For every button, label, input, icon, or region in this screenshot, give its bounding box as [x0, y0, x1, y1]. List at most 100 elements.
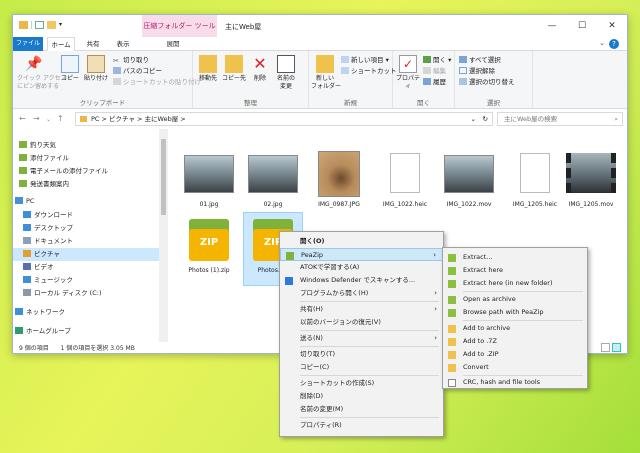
- menu-cut[interactable]: 切り取り(T): [280, 348, 443, 361]
- sidebar-item-10[interactable]: ビデオ: [13, 261, 159, 274]
- forward-arrow-icon[interactable]: →: [33, 114, 40, 123]
- submenu-extract-here[interactable]: Extract here: [443, 264, 587, 277]
- menu-open[interactable]: 開く(O): [280, 235, 443, 248]
- sidebar-item-8[interactable]: ドキュメント: [13, 235, 159, 248]
- copy-path-button[interactable]: パスのコピー: [113, 66, 162, 76]
- submenu-add-7z[interactable]: Add to .7Z: [443, 335, 587, 348]
- open-icon: [423, 56, 431, 63]
- menu-atok[interactable]: ATOKで学習する(A): [280, 261, 443, 274]
- move-to-button[interactable]: 移動先: [195, 55, 221, 83]
- paste-button[interactable]: 貼り付け: [83, 55, 109, 83]
- select-none-button[interactable]: 選択解除: [459, 66, 495, 76]
- menu-restore[interactable]: 以前のバージョンの復元(V): [280, 316, 443, 329]
- open-archive-icon: [448, 296, 456, 304]
- properties-check-icon: ✓: [399, 55, 417, 73]
- submenu-open-archive[interactable]: Open as archive: [443, 293, 587, 306]
- menu-delete[interactable]: 削除(D): [280, 390, 443, 403]
- file-item[interactable]: 01.jpg: [179, 149, 239, 213]
- browse-icon: [448, 309, 456, 317]
- tab-home[interactable]: ホーム: [47, 37, 75, 51]
- sidebar-item-3[interactable]: 電子メールの添付ファイル: [13, 165, 159, 178]
- submenu-crc[interactable]: CRC, hash and file tools: [443, 376, 587, 389]
- search-input[interactable]: 主にWeb屋の検索 ⌕: [497, 112, 623, 126]
- sidebar-item-13[interactable]: ネットワーク: [13, 306, 159, 319]
- sidebar-item-2[interactable]: 添付ファイル: [13, 152, 159, 165]
- tab-view[interactable]: 表示: [111, 37, 135, 51]
- submenu-browse[interactable]: Browse path with PeaZip: [443, 306, 587, 319]
- paste-shortcut-button[interactable]: ショートカットの貼り付け: [113, 77, 201, 87]
- new-item-button[interactable]: 新しい項目 ▾: [341, 55, 389, 65]
- new-folder-icon[interactable]: [47, 21, 56, 29]
- folder-icon[interactable]: [19, 21, 28, 29]
- back-arrow-icon[interactable]: ←: [19, 114, 26, 123]
- menu-send-to[interactable]: 送る(N) ›: [280, 332, 443, 345]
- tab-extract[interactable]: 展開: [153, 37, 193, 51]
- details-view-icon[interactable]: [601, 343, 610, 352]
- address-box[interactable]: PC > ピクチャ > 主にWeb屋 > ⌄ ↻: [75, 112, 493, 126]
- menu-open-with[interactable]: プログラムから開く(H) ›: [280, 287, 443, 300]
- new-folder-button[interactable]: 新しい フォルダー: [311, 55, 341, 91]
- sidebar-item-9[interactable]: ピクチャ: [13, 248, 159, 261]
- file-item[interactable]: IMG_1205.heic: [505, 149, 565, 213]
- open-button[interactable]: 開く ▾: [423, 55, 451, 65]
- submenu-extract[interactable]: Extract...: [443, 251, 587, 264]
- file-item[interactable]: IMG_1022.heic: [375, 149, 435, 213]
- sidebar-item-6[interactable]: ダウンロード: [13, 209, 159, 222]
- select-all-button[interactable]: すべて選択: [459, 55, 501, 65]
- chevron-down-icon[interactable]: ▾: [59, 21, 65, 29]
- maximize-button[interactable]: ☐: [567, 15, 597, 37]
- disk-icon: [23, 289, 31, 296]
- refresh-icon[interactable]: ↻: [483, 113, 488, 125]
- recent-chevron-icon[interactable]: ⌄: [46, 116, 51, 123]
- submenu-convert[interactable]: Convert: [443, 361, 587, 374]
- sidebar-item-14[interactable]: ホームグループ: [13, 325, 159, 338]
- delete-x-icon: ✕: [253, 54, 267, 73]
- submenu-arrow-icon: ›: [434, 289, 437, 297]
- menu-copy[interactable]: コピー(C): [280, 361, 443, 374]
- menu-defender[interactable]: Windows Defender でスキャンする...: [280, 274, 443, 287]
- tab-share[interactable]: 共有: [81, 37, 105, 51]
- menu-rename[interactable]: 名前の変更(M): [280, 403, 443, 416]
- peazip-submenu: Extract... Extract here Extract here (in…: [442, 247, 588, 389]
- file-item[interactable]: IMG_1205.mov: [561, 149, 621, 213]
- copy-to-button[interactable]: コピー先: [221, 55, 247, 83]
- sidebar-item-4[interactable]: 発送書類案内: [13, 178, 159, 191]
- address-dropdown-icon[interactable]: ⌄: [471, 113, 476, 125]
- history-button[interactable]: 履歴: [423, 77, 446, 87]
- tab-file[interactable]: ファイル: [13, 37, 43, 51]
- submenu-add-zip[interactable]: Add to .ZIP: [443, 348, 587, 361]
- file-item[interactable]: IMG_0987.JPG: [309, 149, 369, 213]
- invert-selection-button[interactable]: 選択の切り替え: [459, 77, 515, 87]
- up-arrow-icon[interactable]: ↑: [57, 114, 64, 123]
- delete-button[interactable]: ✕ 削除: [247, 55, 273, 83]
- copy-button[interactable]: コピー: [57, 55, 83, 83]
- menu-share[interactable]: 共有(H) ›: [280, 303, 443, 316]
- nav-scroll-thumb[interactable]: [161, 139, 166, 215]
- minimize-button[interactable]: —: [537, 15, 567, 37]
- cut-button[interactable]: ✂ 切り取り: [113, 55, 149, 65]
- submenu-add-archive[interactable]: Add to archive: [443, 322, 587, 335]
- menu-peazip[interactable]: PeaZip ›: [280, 248, 443, 261]
- large-icons-view-icon[interactable]: [612, 343, 621, 352]
- edit-button[interactable]: 編集: [423, 66, 446, 76]
- close-button[interactable]: ✕: [597, 15, 627, 37]
- submenu-extract-here-folder[interactable]: Extract here (in new folder): [443, 277, 587, 290]
- file-item[interactable]: 02.jpg: [243, 149, 303, 213]
- rename-button[interactable]: 名前の 変更: [273, 55, 299, 91]
- pin-quick-access-button[interactable]: 📌 クイック アクセス にピン留めする: [17, 55, 67, 91]
- sidebar-item-12[interactable]: ローカル ディスク (C:): [13, 287, 159, 300]
- properties-button[interactable]: ✓ プロパティ: [395, 55, 421, 91]
- sidebar-item-label: ネットワーク: [26, 308, 65, 316]
- properties-icon[interactable]: [35, 21, 44, 29]
- sidebar-item-5[interactable]: PC: [13, 195, 159, 208]
- sidebar-item-11[interactable]: ミュージック: [13, 274, 159, 287]
- menu-create-shortcut[interactable]: ショートカットの作成(S): [280, 377, 443, 390]
- ribbon-collapse-icon[interactable]: ⌄: [599, 39, 605, 47]
- file-name: IMG_1205.heic: [512, 201, 558, 208]
- file-item[interactable]: IMG_1022.mov: [439, 149, 499, 213]
- menu-properties[interactable]: プロパティ(R): [280, 419, 443, 432]
- file-item[interactable]: ZIP Photos (1).zip: [179, 215, 239, 279]
- sidebar-item-7[interactable]: デスクトップ: [13, 222, 159, 235]
- sidebar-item-1[interactable]: 釣り天気: [13, 139, 159, 152]
- help-icon[interactable]: ?: [609, 39, 619, 49]
